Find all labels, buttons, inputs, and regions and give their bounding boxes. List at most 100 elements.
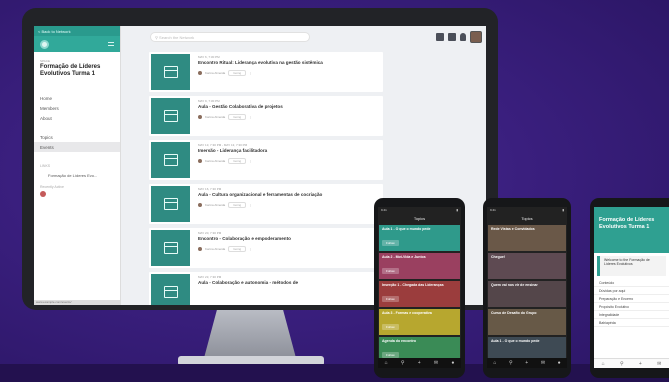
event-date: MAY 16, 7:30 PM — [198, 187, 222, 191]
event-attendees: Karina Almeida — [205, 70, 226, 75]
topic-title: Aula 3 - Formas e cooperativa — [382, 311, 432, 315]
follow-button[interactable]: Follow — [382, 268, 399, 274]
event-card[interactable]: MAY 6, 7:30 PM Encontro Ritual: Lideranç… — [149, 52, 383, 92]
search-icon[interactable]: ⚲ — [509, 360, 513, 366]
topic-title: Quem vai nos vir de ensinar — [491, 283, 538, 287]
event-title[interactable]: Aula - Cultura organizacional e ferramen… — [198, 192, 377, 198]
topic-title: Agenda do encontro — [382, 339, 417, 343]
home-icon[interactable]: ⌂ — [385, 360, 388, 366]
welcome-card[interactable]: Welcome to the Formação de Líderes Evolu… — [597, 256, 666, 276]
calendar-icon — [163, 66, 178, 78]
attendee-avatar — [198, 246, 202, 251]
search-input[interactable]: ⚲ Search the Network — [150, 32, 310, 42]
chat-icon[interactable]: ✉ — [434, 360, 438, 366]
topic-row[interactable]: Aula 2 - Mot-Vida e Juntos Follow — [379, 253, 460, 279]
search-icon[interactable]: ⚲ — [401, 360, 405, 366]
group-link[interactable]: Formação de Líderes Evo... — [34, 171, 120, 180]
follow-button[interactable]: Follow — [382, 240, 399, 246]
event-title[interactable]: Encontro Ritual: Liderança evolutiva na … — [198, 60, 377, 66]
topic-title: Inserção 1 - Chegada das Lideranças — [382, 283, 444, 287]
event-card[interactable]: MAY 16, 7:30 PM Aula - Cultura organizac… — [149, 184, 383, 224]
back-link[interactable]: < Back to Network — [34, 26, 120, 36]
rsvp-button[interactable]: Going — [228, 69, 247, 76]
event-title[interactable]: Encontro - Colaboração e empoderamento — [198, 236, 377, 242]
topbar: ⚲ Search the Network — [122, 26, 486, 48]
space-title: Formação de Líderes Evolutivos Turma 1 — [40, 64, 101, 77]
more-icon[interactable]: ⋮ — [249, 71, 252, 75]
event-card[interactable]: MAY 20, 7:30 PM Encontro - Colaboração e… — [149, 228, 383, 268]
event-date: MAY 23, 7:30 PM — [198, 275, 222, 279]
member-avatar[interactable] — [40, 191, 46, 197]
topic-row[interactable]: Inserção 1 - Chegada das Lideranças Follo… — [379, 281, 460, 307]
rsvp-button[interactable]: Going — [228, 245, 247, 252]
list-item[interactable]: Conteúdo — [594, 279, 669, 287]
calendar-icon — [163, 110, 178, 122]
chat-icon[interactable]: ✉ — [657, 361, 661, 367]
list-item[interactable]: Propósito Evolutivo — [594, 303, 669, 311]
home-icon[interactable]: ⌂ — [493, 360, 496, 366]
search-icon[interactable]: ⚲ — [620, 361, 624, 367]
sidebar-item-topics[interactable]: Topics — [34, 132, 120, 142]
profile-icon[interactable]: ● — [558, 360, 561, 366]
sidebar-item-members[interactable]: Members — [34, 103, 120, 113]
event-date: MAY 13, 7:30 PM - MAY 13, 7:30 PM — [198, 143, 248, 147]
topic-title: Rede Vistas e Convidados — [491, 227, 535, 231]
list-item[interactable]: Integralidade — [594, 311, 669, 319]
sidebar-item-events[interactable]: Events — [34, 142, 120, 152]
compose-icon[interactable]: + — [525, 360, 528, 366]
event-card[interactable]: MAY 23, 7:30 PM Aula - Colaboração e aut… — [149, 272, 383, 305]
topic-row[interactable]: Aula 3 - Formas e cooperativa Follow — [379, 309, 460, 335]
topic-title: Chegue! — [491, 255, 505, 259]
event-title[interactable]: Aula - Gestão Colaborativa de projetos — [198, 104, 377, 110]
topic-row[interactable]: Quem vai nos vir de ensinar — [488, 281, 566, 307]
topic-row[interactable]: Chegue! — [488, 253, 566, 279]
topic-row[interactable]: Curso de Desafio do Grupo — [488, 309, 566, 335]
follow-button[interactable]: Follow — [382, 296, 399, 302]
sidebar-item-home[interactable]: Home — [34, 93, 120, 103]
event-card[interactable]: MAY 9, 7:30 PM Aula - Gestão Colaborativ… — [149, 96, 383, 136]
search-placeholder: Search the Network — [159, 34, 195, 40]
topic-title: Aula 2 - Mot-Vida e Juntos — [382, 255, 426, 259]
grid-icon[interactable] — [436, 33, 444, 41]
event-card[interactable]: MAY 13, 7:30 PM - MAY 13, 7:30 PM Imersã… — [149, 140, 383, 180]
event-calendar-thumb — [151, 54, 190, 90]
calendar-icon — [163, 286, 178, 298]
list-item[interactable]: Preparação e Encerro — [594, 295, 669, 303]
event-list: MAY 6, 7:30 PM Encontro Ritual: Lideranç… — [149, 52, 383, 305]
event-calendar-thumb — [151, 230, 190, 266]
profile-icon[interactable]: ● — [451, 360, 454, 366]
avatar[interactable] — [470, 31, 482, 43]
more-icon[interactable]: ⋮ — [249, 159, 252, 163]
menu-icon[interactable] — [108, 42, 114, 46]
more-icon[interactable]: ⋮ — [249, 203, 252, 207]
compose-icon[interactable]: + — [418, 360, 421, 366]
attendee-avatar — [198, 70, 202, 75]
rsvp-button[interactable]: Going — [228, 201, 247, 208]
attendee-avatar — [198, 114, 202, 119]
rsvp-button[interactable]: Going — [228, 157, 247, 164]
topic-row[interactable]: Rede Vistas e Convidados — [488, 225, 566, 251]
event-title[interactable]: Imersão - Liderança facilitadora — [198, 148, 377, 154]
event-title[interactable]: Aula - Colaboração e autonomia - métodos… — [198, 280, 377, 286]
rsvp-button[interactable]: Going — [228, 113, 247, 120]
bell-icon[interactable] — [460, 33, 466, 41]
compose-icon[interactable]: + — [639, 361, 642, 367]
more-icon[interactable]: ⋮ — [249, 247, 252, 251]
chat-icon[interactable] — [448, 33, 456, 41]
phone-space-home: Formação de Líderes Evolutivos Turma 1 W… — [590, 198, 669, 378]
calendar-icon — [163, 198, 178, 210]
more-icon[interactable]: ⋮ — [249, 115, 252, 119]
tab-bar: ⌂ ⚲ + ✉ — [594, 358, 669, 368]
list-item[interactable]: Bahiapéda — [594, 319, 669, 327]
event-date: MAY 9, 7:30 PM — [198, 99, 220, 103]
status-bar: 9:41 ▮ — [487, 207, 567, 214]
links-caption: LINKS — [40, 164, 51, 168]
tab-bar: ⌂ ⚲ + ✉ ● — [378, 358, 461, 368]
follow-button[interactable]: Follow — [382, 324, 399, 330]
list-item[interactable]: Dúvidas por aqui — [594, 287, 669, 295]
sidebar-item-about[interactable]: About — [34, 113, 120, 123]
chat-icon[interactable]: ✉ — [541, 360, 545, 366]
battery-icon: ▮ — [562, 208, 564, 212]
home-icon[interactable]: ⌂ — [602, 361, 605, 367]
topic-row[interactable]: Aula 1 - O que o mundo pede Follow — [379, 225, 460, 251]
